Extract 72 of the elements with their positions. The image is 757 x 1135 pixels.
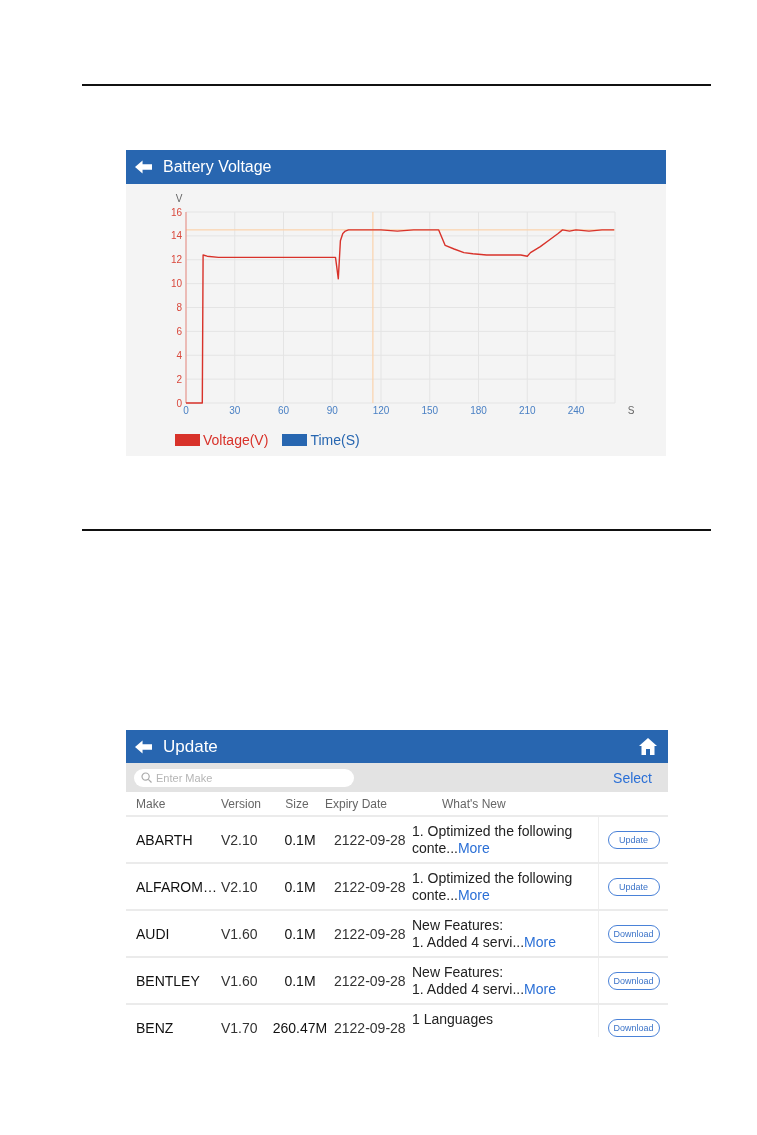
table-cell-text: 2122-09-28 — [333, 831, 407, 848]
table-row[interactable]: ABARTH V2.10 0.1M 2122-09-28 1. Optimized the following conte...More Update — [126, 817, 668, 862]
table-cell-text: V1.60 — [221, 925, 259, 942]
legend-label: Time(S) — [310, 432, 360, 448]
table-row[interactable]: ALFAROM… V2.10 0.1M 2122-09-28 1. Optimized the following conte...More Update — [126, 864, 668, 909]
table-cell-text: 0.1M — [283, 972, 317, 989]
y-tick-label: 6 — [176, 325, 182, 337]
back-arrow-icon[interactable] — [135, 160, 152, 174]
select-button[interactable]: Select — [613, 769, 652, 786]
whats-new-text: 1. Optimized the following conte...More — [411, 869, 574, 904]
search-icon — [141, 772, 152, 783]
table-cell-text: ABARTH — [135, 831, 194, 848]
y-tick-label: 8 — [176, 302, 182, 313]
table-row[interactable]: BENZ V1.70 260.47M 2122-09-28 1 Languages Download — [126, 1005, 668, 1037]
screen-title: Battery Voltage — [163, 158, 272, 176]
action-button[interactable]: Update — [607, 830, 660, 849]
table-cell-text: V1.70 — [221, 1019, 259, 1036]
home-icon[interactable] — [639, 738, 657, 755]
table-cell-text: 2122-09-28 — [333, 1019, 407, 1036]
table-cell-text: ALFAROM… — [135, 878, 218, 895]
back-arrow-icon[interactable] — [135, 739, 152, 754]
screen-title: Update — [163, 736, 218, 757]
column-header: What's New — [442, 796, 507, 811]
whats-new-text: 1. Optimized the following conte...More — [411, 822, 574, 857]
table-cell-text: BENZ — [135, 1019, 175, 1036]
column-header: Make — [135, 796, 167, 811]
table-cell-text: AUDI — [135, 925, 171, 942]
x-tick-label: 210 — [518, 405, 536, 416]
y-tick-label: 2 — [176, 373, 182, 385]
search-field[interactable]: Enter Make — [134, 768, 354, 787]
y-tick-label: 12 — [170, 254, 182, 266]
y-tick-label: 4 — [176, 349, 182, 361]
y-tick-label: 16 — [170, 206, 182, 218]
table-cell-text: 260.47M — [271, 1019, 329, 1036]
x-tick-label: 180 — [470, 405, 487, 416]
table-cell-text: BENTLEY — [135, 972, 201, 989]
action-button[interactable]: Download — [607, 1018, 660, 1037]
table-cell-text: 0.1M — [283, 878, 317, 895]
whats-new-text: New Features: 1. Added 4 servi...More — [411, 963, 557, 998]
table-cell-text: 0.1M — [283, 831, 317, 848]
column-header: Version — [221, 796, 263, 811]
legend-label: Voltage(V) — [203, 432, 269, 448]
action-button[interactable]: Download — [607, 971, 660, 990]
more-link[interactable]: More — [457, 840, 490, 856]
whats-new-text: 1 Languages — [411, 1010, 494, 1028]
column-header: Size — [284, 796, 310, 811]
x-tick-label: 30 — [229, 405, 241, 416]
action-button[interactable]: Download — [607, 924, 660, 943]
y-axis-label: V — [175, 193, 183, 204]
column-header: Expiry Date — [325, 796, 389, 811]
table-cell-text: 2122-09-28 — [333, 878, 407, 895]
x-tick-label: 0 — [183, 405, 189, 416]
more-link[interactable]: More — [457, 887, 490, 903]
x-tick-label: 90 — [326, 405, 338, 416]
table-cell-text: V2.10 — [221, 831, 259, 848]
x-tick-label: 240 — [567, 405, 585, 416]
y-tick-label: 0 — [176, 397, 182, 409]
x-tick-label: 150 — [421, 405, 439, 416]
action-button[interactable]: Update — [607, 877, 660, 896]
table-cell-text: V1.60 — [221, 972, 259, 989]
table-cell-text: 2122-09-28 — [333, 925, 407, 942]
more-link[interactable]: More — [524, 934, 556, 950]
y-tick-label: 10 — [170, 278, 182, 290]
table-cell-text: 2122-09-28 — [333, 972, 407, 989]
more-link[interactable]: More — [524, 981, 556, 997]
x-tick-label: 120 — [372, 405, 390, 416]
y-tick-label: 14 — [170, 230, 182, 242]
whats-new-text: New Features: 1. Added 4 servi...More — [411, 916, 557, 951]
table-cell-text: 0.1M — [283, 925, 317, 942]
x-axis-label: S — [627, 405, 635, 416]
table-cell-text: V2.10 — [221, 878, 259, 895]
x-tick-label: 60 — [277, 405, 290, 416]
